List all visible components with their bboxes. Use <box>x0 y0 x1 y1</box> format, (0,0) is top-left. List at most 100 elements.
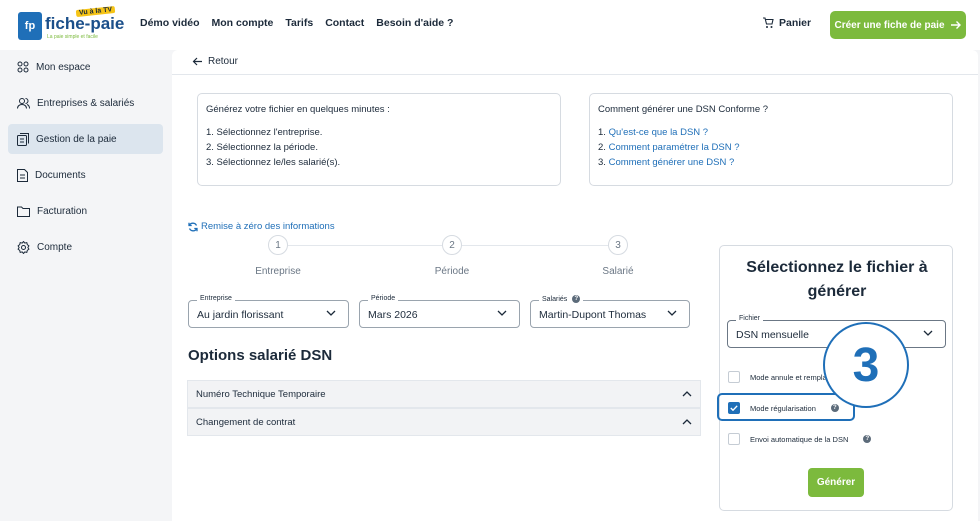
salaries-select-value: Martin-Dupont Thomas <box>539 309 647 321</box>
cart-label: Panier <box>779 17 812 29</box>
sidebar-item-mon-espace[interactable]: Mon espace <box>8 52 163 82</box>
sidebar-item-label: Compte <box>37 241 73 253</box>
periode-select-label: Période <box>368 295 399 302</box>
generate-button[interactable]: Générer <box>808 468 864 497</box>
main-nav: Démo vidéo Mon compte Tarifs Contact Bes… <box>140 17 453 29</box>
help-number: 3. <box>598 157 606 168</box>
arrow-left-icon <box>192 57 202 66</box>
stepper-line <box>462 245 608 246</box>
back-link[interactable]: Retour <box>192 56 238 67</box>
logo-mark: fp <box>18 12 42 40</box>
sidebar-item-label: Gestion de la paie <box>36 133 117 145</box>
accordion-label: Changement de contrat <box>196 416 296 428</box>
sidebar-item-gestion-paie[interactable]: Gestion de la paie <box>8 124 163 154</box>
nav-besoin-aide[interactable]: Besoin d'aide ? <box>376 17 453 29</box>
fichier-select-value: DSN mensuelle <box>736 329 809 341</box>
check-envoi-auto[interactable]: Envoi automatique de la DSN ? <box>728 433 872 445</box>
cart-icon <box>763 17 774 28</box>
chevron-down-icon <box>923 330 933 336</box>
periode-select[interactable]: Période Mars 2026 <box>359 295 520 328</box>
top-bar: fp fiche-paie Vu à la TV La paie simple … <box>0 0 980 50</box>
cart-link[interactable]: Panier <box>762 17 811 29</box>
sidebar-item-label: Mon espace <box>36 61 91 73</box>
step-label: Entreprise <box>255 266 301 277</box>
help-heading: Comment générer une DSN Conforme ? <box>598 104 769 115</box>
logo-brand: fiche-paie <box>45 14 125 33</box>
sidebar-item-label: Facturation <box>37 205 88 217</box>
check-label: Envoi automatique de la DSN <box>750 434 849 444</box>
help-link-configure-dsn[interactable]: Comment paramétrer la DSN ? <box>609 142 740 153</box>
intro-card: Générez votre fichier en quelques minute… <box>197 93 561 186</box>
sidebar-item-compte[interactable]: Compte <box>8 232 163 262</box>
intro-step: 2. Sélectionnez la période. <box>206 142 318 153</box>
create-payslip-label: Créer une fiche de paie <box>834 19 945 31</box>
intro-step: 1. Sélectionnez l'entreprise. <box>206 127 323 138</box>
nav-demo-video[interactable]: Démo vidéo <box>140 17 200 29</box>
sidebar: Mon espace Entreprises & salariés Gestio… <box>0 50 172 521</box>
logo-tagline: La paie simple et facile <box>47 34 98 40</box>
help-card: Comment générer une DSN Conforme ? 1. Qu… <box>589 93 953 186</box>
step-label: Salarié <box>602 266 634 277</box>
help-icon[interactable]: ? <box>863 435 872 443</box>
document-icon <box>17 168 28 182</box>
help-number: 2. <box>598 142 606 153</box>
step-circle: 3 <box>608 235 628 255</box>
payroll-icon <box>17 132 29 146</box>
periode-select-value: Mars 2026 <box>368 309 418 321</box>
entreprise-select[interactable]: Entreprise Au jardin florissant <box>188 295 349 328</box>
check-annule-remplace[interactable]: Mode annule et remplace <box>728 371 835 383</box>
step-circle: 2 <box>442 235 462 255</box>
help-number: 1. <box>598 127 606 138</box>
stepper-line <box>288 245 442 246</box>
options-title: Options salarié DSN <box>188 347 333 364</box>
users-icon <box>17 98 30 109</box>
chevron-down-icon <box>667 310 677 316</box>
nav-mon-compte[interactable]: Mon compte <box>212 17 274 29</box>
step-label: Période <box>434 266 470 277</box>
nav-contact[interactable]: Contact <box>325 17 364 29</box>
help-icon[interactable]: ? <box>572 295 581 303</box>
divider <box>172 74 978 75</box>
logo[interactable]: fp fiche-paie Vu à la TV La paie simple … <box>18 5 125 42</box>
step-badge: 3 <box>823 322 909 408</box>
help-item: 2. Comment paramétrer la DSN ? <box>598 140 944 155</box>
sidebar-item-label: Entreprises & salariés <box>37 97 135 109</box>
sidebar-item-label: Documents <box>35 169 86 181</box>
intro-heading: Générez votre fichier en quelques minute… <box>206 104 390 115</box>
step-circle: 1 <box>268 235 288 255</box>
chevron-down-icon <box>497 310 507 316</box>
entreprise-select-value: Au jardin florissant <box>197 309 284 321</box>
accordion-numero-technique[interactable]: Numéro Technique Temporaire <box>187 380 701 408</box>
reset-link[interactable]: Remise à zéro des informations <box>188 221 335 232</box>
chevron-up-icon <box>682 419 692 425</box>
accordion-label: Numéro Technique Temporaire <box>196 388 326 400</box>
intro-step: 3. Sélectionnez le/les salarié(s). <box>206 157 341 168</box>
entreprise-select-label: Entreprise <box>197 295 235 302</box>
sidebar-item-facturation[interactable]: Facturation <box>8 196 163 226</box>
help-item: 1. Qu'est-ce que la DSN ? <box>598 125 944 140</box>
sidebar-item-documents[interactable]: Documents <box>8 160 163 190</box>
check-label: Mode annule et remplace <box>750 372 835 382</box>
salaries-label-text: Salariés <box>542 295 568 303</box>
nav-tarifs[interactable]: Tarifs <box>285 17 313 29</box>
checkbox[interactable] <box>728 433 740 445</box>
create-payslip-button[interactable]: Créer une fiche de paie <box>830 11 966 39</box>
highlight-frame <box>717 393 855 421</box>
accordion-changement-contrat[interactable]: Changement de contrat <box>187 408 701 436</box>
salaries-select[interactable]: Salariés? Martin-Dupont Thomas <box>530 295 690 328</box>
fichier-select-label: Fichier <box>736 315 764 322</box>
chevron-up-icon <box>682 391 692 397</box>
help-link-generate-dsn[interactable]: Comment générer une DSN ? <box>609 157 735 168</box>
checkbox[interactable] <box>728 371 740 383</box>
main-content: Retour Générez votre fichier en quelques… <box>172 50 978 521</box>
sidebar-item-entreprises[interactable]: Entreprises & salariés <box>8 88 163 118</box>
back-label: Retour <box>208 56 239 67</box>
chevron-down-icon <box>326 310 336 316</box>
reset-label: Remise à zéro des informations <box>201 221 335 232</box>
arrow-right-icon <box>950 21 961 29</box>
salaries-select-label: Salariés? <box>539 295 584 303</box>
grid-icon <box>17 61 29 73</box>
refresh-icon <box>188 222 198 231</box>
help-link-what-is-dsn[interactable]: Qu'est-ce que la DSN ? <box>609 127 709 138</box>
help-item: 3. Comment générer une DSN ? <box>598 155 944 170</box>
